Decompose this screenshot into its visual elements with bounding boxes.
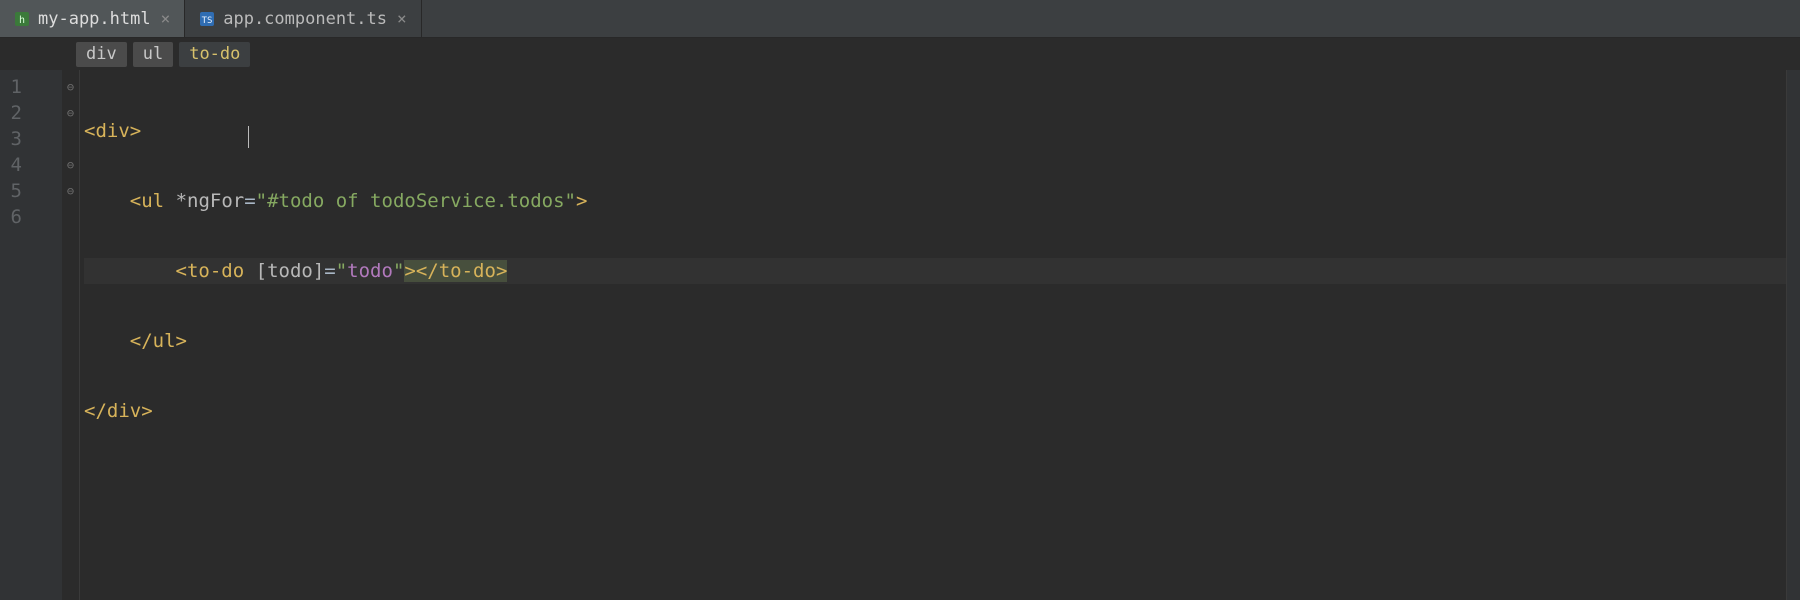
attr-name: [todo] bbox=[256, 260, 325, 282]
scrollbar-vertical[interactable] bbox=[1786, 70, 1800, 600]
line-number: 1 bbox=[0, 74, 62, 100]
html-file-icon: h bbox=[14, 11, 30, 27]
line-number: 5 bbox=[0, 178, 62, 204]
tag-open: </ bbox=[84, 400, 107, 422]
line-number-gutter: 1 2 3 4 5 6 bbox=[0, 70, 62, 600]
tag-close: > bbox=[141, 400, 152, 422]
quote: " bbox=[565, 190, 576, 212]
tag-open: < bbox=[130, 190, 141, 212]
ts-file-icon: TS bbox=[199, 11, 215, 27]
equals: = bbox=[324, 260, 335, 282]
svg-text:h: h bbox=[19, 15, 25, 26]
tag-close: > bbox=[576, 190, 587, 212]
space bbox=[164, 190, 175, 212]
tab-label: app.component.ts bbox=[223, 9, 387, 29]
quote: " bbox=[393, 260, 404, 282]
close-icon[interactable]: × bbox=[395, 9, 409, 28]
tag-name: to-do bbox=[439, 260, 496, 282]
tag-name: div bbox=[95, 120, 129, 142]
code-line: </ul> bbox=[84, 328, 1786, 354]
fold-none bbox=[62, 126, 79, 152]
tag-open: < bbox=[84, 120, 95, 142]
breadcrumb-item-div[interactable]: div bbox=[76, 42, 127, 67]
tab-bar: h my-app.html × TS app.component.ts × bbox=[0, 0, 1800, 38]
code-editor[interactable]: 1 2 3 4 5 6 ⊖ ⊖ ⊖ ⊖ <div> <ul *ngFor="#t… bbox=[0, 70, 1800, 600]
line-number: 3 bbox=[0, 126, 62, 152]
code-line-active: <to-do [todo]="todo"></to-do> bbox=[84, 258, 1786, 284]
indent bbox=[84, 190, 130, 212]
code-line: <ul *ngFor="#todo of todoService.todos"> bbox=[84, 188, 1786, 214]
line-number: 2 bbox=[0, 100, 62, 126]
fold-gutter: ⊖ ⊖ ⊖ ⊖ bbox=[62, 70, 80, 600]
space bbox=[244, 260, 255, 282]
fold-close-icon[interactable]: ⊖ bbox=[62, 152, 79, 178]
tab-app-component-ts[interactable]: TS app.component.ts × bbox=[185, 0, 421, 37]
tag-open: </ bbox=[130, 330, 153, 352]
attr-value: #todo of todoService.todos bbox=[267, 190, 564, 212]
text-caret bbox=[248, 126, 249, 148]
tag-close: > bbox=[496, 260, 507, 282]
close-icon[interactable]: × bbox=[159, 9, 173, 28]
tag-close: > bbox=[176, 330, 187, 352]
tab-my-app-html[interactable]: h my-app.html × bbox=[0, 0, 185, 37]
attr-name: *ngFor bbox=[176, 190, 245, 212]
tag-name: div bbox=[107, 400, 141, 422]
tab-label: my-app.html bbox=[38, 9, 151, 29]
breadcrumb-item-ul[interactable]: ul bbox=[133, 42, 173, 67]
quote: " bbox=[256, 190, 267, 212]
tag-open: </ bbox=[416, 260, 439, 282]
breadcrumb: div ul to-do bbox=[0, 38, 1800, 70]
tag-open: < bbox=[176, 260, 187, 282]
quote: " bbox=[336, 260, 347, 282]
indent bbox=[84, 260, 176, 282]
line-number: 6 bbox=[0, 204, 62, 230]
tag-name: ul bbox=[141, 190, 164, 212]
line-number: 4 bbox=[0, 152, 62, 178]
fold-none bbox=[62, 204, 79, 230]
svg-text:TS: TS bbox=[202, 16, 213, 26]
fold-open-icon[interactable]: ⊖ bbox=[62, 74, 79, 100]
code-body[interactable]: <div> <ul *ngFor="#todo of todoService.t… bbox=[80, 70, 1786, 600]
code-line: <div> bbox=[84, 118, 1786, 144]
equals: = bbox=[244, 190, 255, 212]
breadcrumb-item-to-do[interactable]: to-do bbox=[179, 42, 250, 67]
tag-close: > bbox=[130, 120, 141, 142]
fold-close-icon[interactable]: ⊖ bbox=[62, 178, 79, 204]
code-line-empty bbox=[84, 468, 1786, 494]
tag-name: ul bbox=[153, 330, 176, 352]
attr-value: todo bbox=[347, 260, 393, 282]
tag-name: to-do bbox=[187, 260, 244, 282]
code-line: </div> bbox=[84, 398, 1786, 424]
indent bbox=[84, 330, 130, 352]
fold-open-icon[interactable]: ⊖ bbox=[62, 100, 79, 126]
tag-close: > bbox=[404, 260, 415, 282]
